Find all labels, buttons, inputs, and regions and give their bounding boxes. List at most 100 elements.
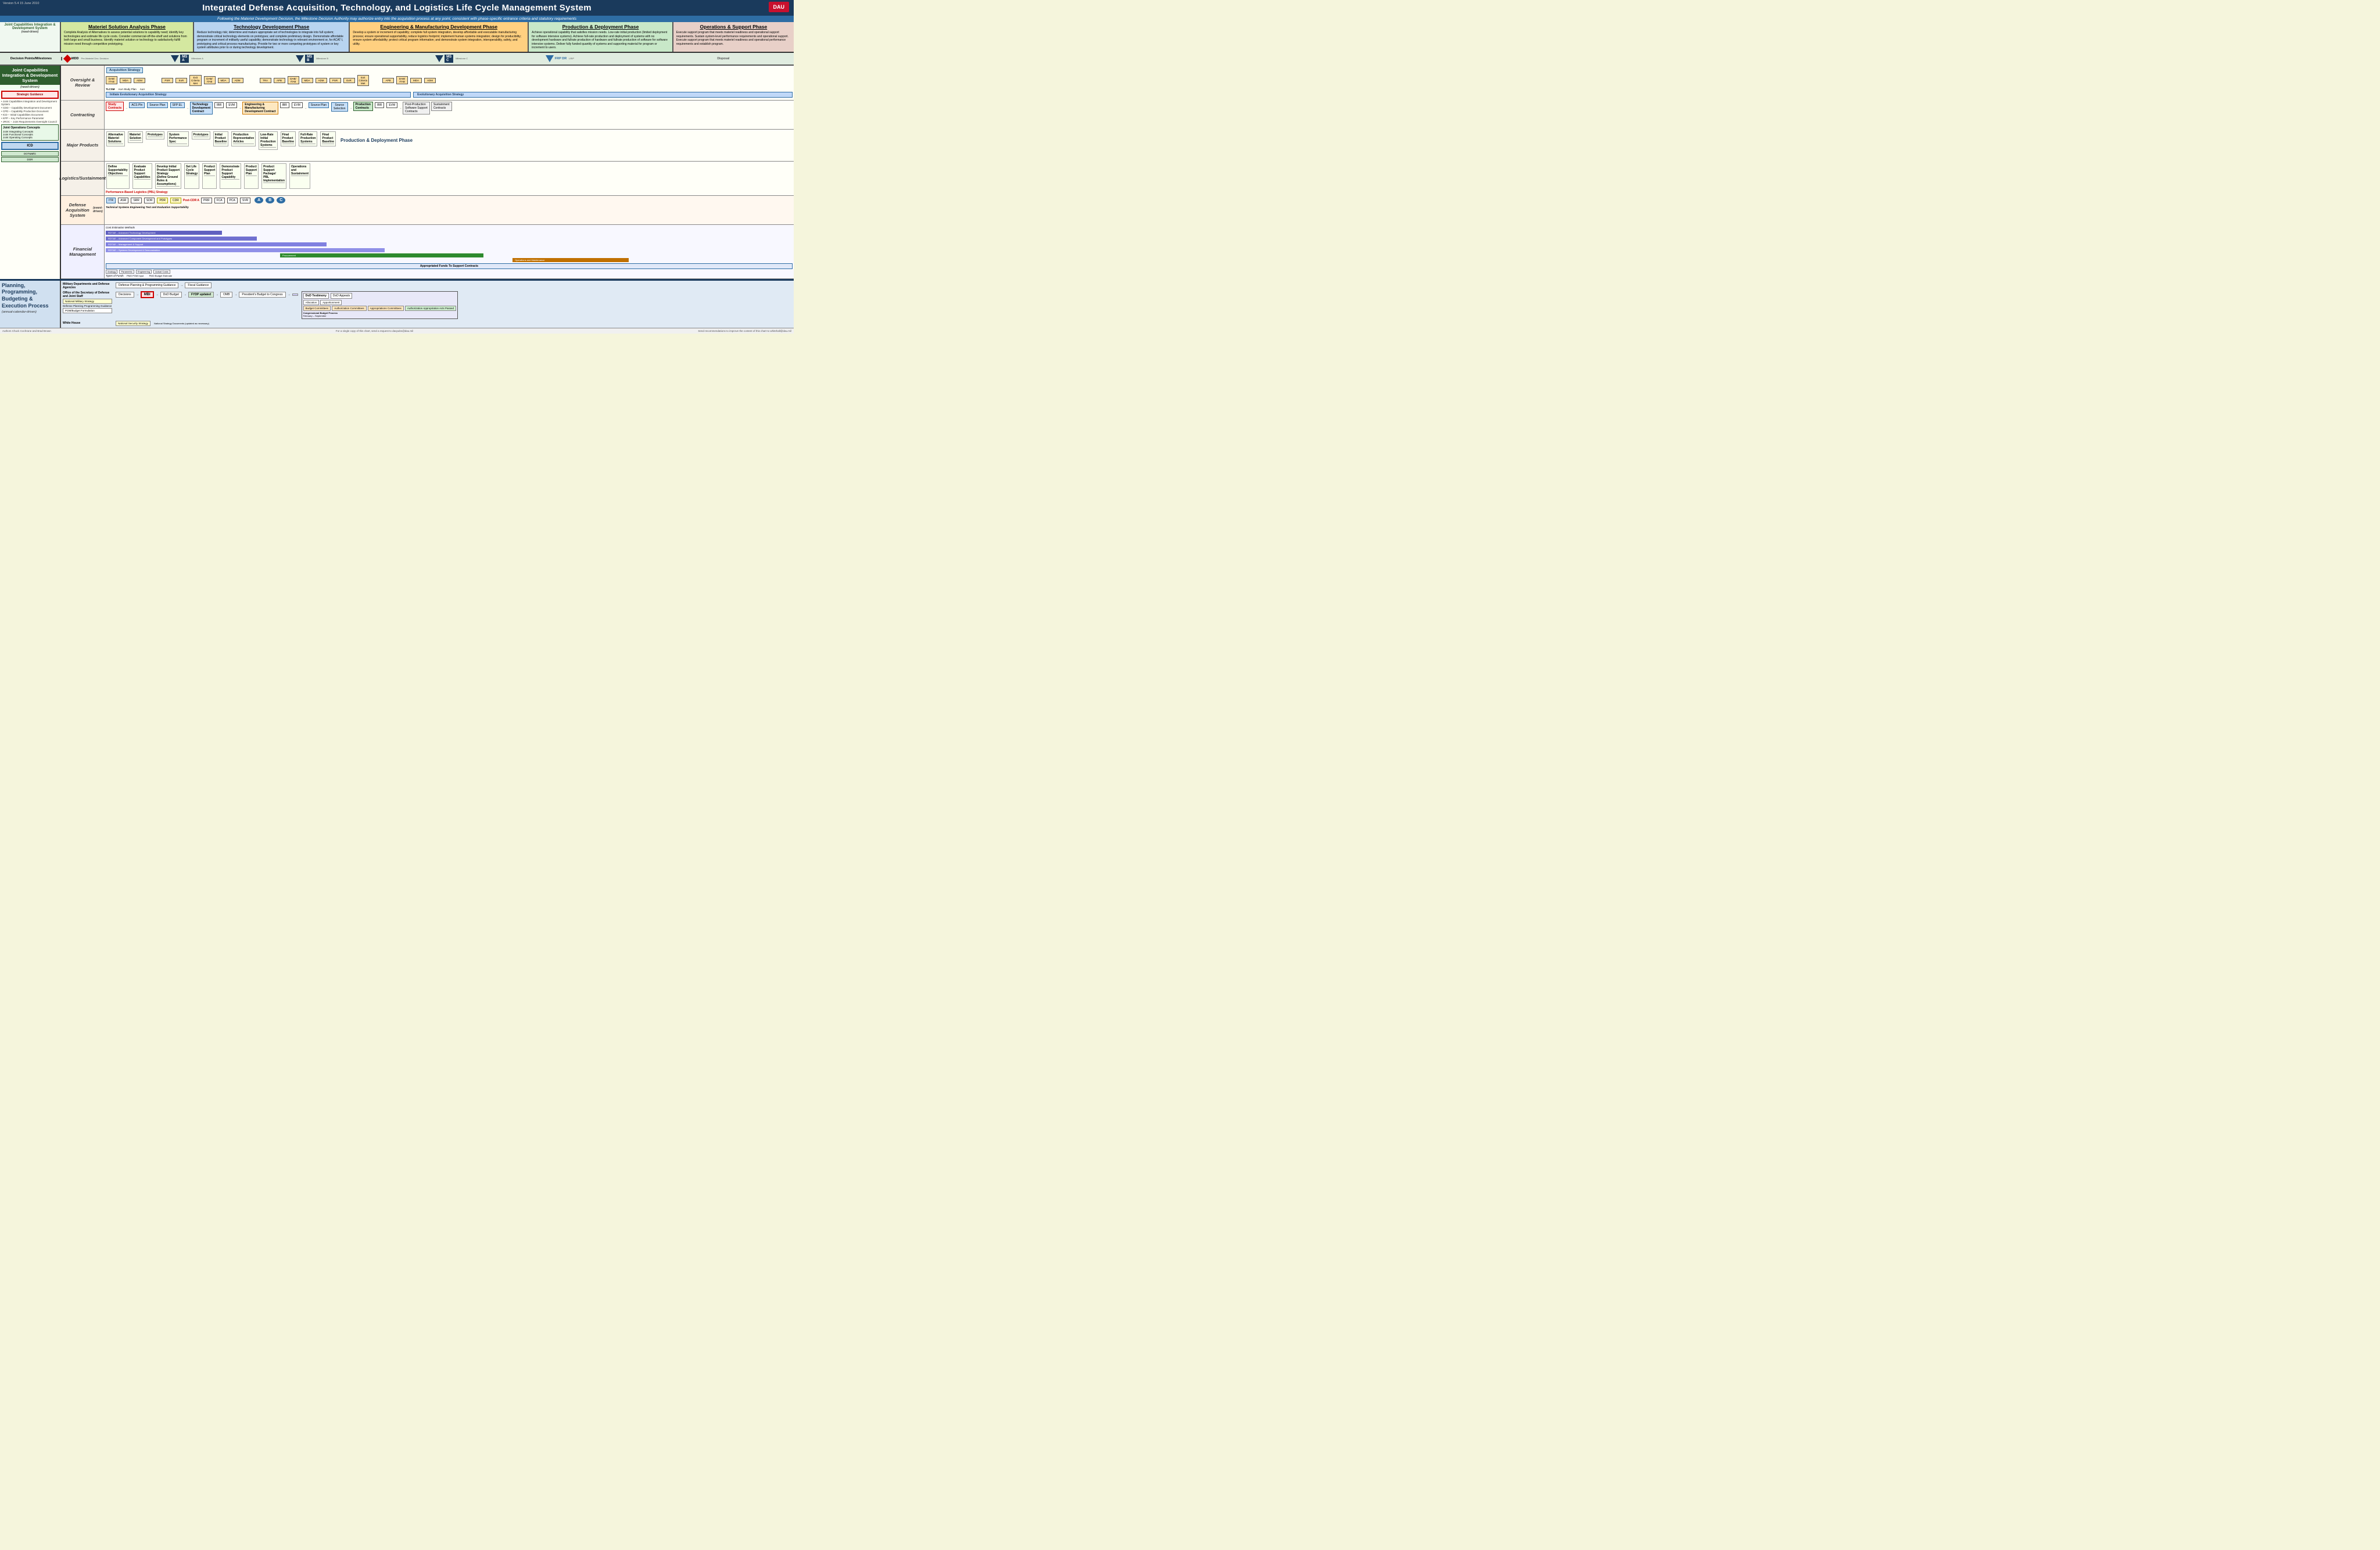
main-title: Integrated Defense Acquisition, Technolo… [3, 3, 791, 13]
frp-dr-label: FRP DR [555, 57, 567, 60]
dp-label: Decision Points/Milestones [1, 57, 62, 60]
evo-acq-band: Evolutionary Acquisition Strategy [413, 92, 793, 98]
financial-row: Financial Management Cost Estimation Met… [61, 225, 794, 279]
mat-sol-title: MaterielSolution [130, 133, 141, 141]
rdte-bar-1: RDT&E – Advanced Technology Development [106, 230, 793, 235]
study-contracts-box: StudyContracts [106, 102, 124, 111]
national-mil-strat: National Military Strategy [63, 299, 112, 304]
footer: Authors Chuck Cochrane and Brad Brown Fo… [0, 328, 794, 334]
pom-budget-submit: Fiscal Guidance [185, 282, 212, 288]
types-of-funds-row: Types of Funds PMO POM Input PMO Budget … [106, 274, 793, 277]
joint-ops-concepts-box: Joint Operations Concepts Joint Integrat… [1, 124, 59, 141]
pmo-pom-label: PMO POM Input [127, 274, 144, 277]
evm-2: EVM [292, 102, 303, 108]
eval-prod-support-cluster: EvaluateProductSupportCapabilities [132, 163, 152, 189]
contracting-row: Contracting StudyContracts → ACS Pln Sou… [61, 101, 794, 130]
integrated-pb-review: Decisions [116, 292, 134, 298]
ppbe-arrow-3: → [156, 293, 159, 296]
committees-row: Budget Committees Authorization Committe… [303, 306, 456, 311]
ppbe-arrow-1: → [180, 284, 183, 287]
rdte-bar-3: RDT&E – Management & Support [106, 242, 793, 247]
frp-dr-group: FRP DR [546, 55, 567, 62]
ppbe-arrow-2: → [136, 293, 139, 296]
rdte-mgmt-support: RDT&E – Management & Support [106, 242, 327, 246]
decisions-box: MBI [141, 291, 154, 298]
sfp-el-box: SFP EL [170, 102, 185, 108]
ms-b-label: MSB [305, 55, 314, 63]
secdef-label: Office of the Secretary of Defense and J… [63, 291, 112, 298]
review-adm-3: ADM [316, 78, 327, 83]
contracting-arrow-1: → [125, 106, 127, 109]
ops-maint-label: Operations and Maintenance [512, 258, 629, 262]
contracting-arrow-5: → [350, 106, 352, 109]
lrip-note: LRIP [569, 57, 715, 60]
sys-perf-title: SystemPerformanceSpec [169, 133, 187, 144]
logistics-label: Logistics/Sustainment [61, 162, 105, 195]
dod-testimony-box: DoD Testimony [303, 293, 329, 299]
prototypes-1-cluster: Prototypes [146, 131, 164, 139]
jcids-header-subtitle: (need-driven) [1, 30, 59, 34]
psp-2-title: ProductSupportPlan [246, 165, 257, 176]
fiscal-guidance-box: POM/Budget Formulation [63, 308, 112, 313]
review-exr-1: ExR [175, 78, 187, 83]
logistics-content: DefineSupportabilityObjectives EvaluateP… [105, 162, 794, 195]
dod-budget-box: FYDP updated [188, 292, 214, 298]
jcids-item-6: • JROC – Joint Requirements Oversight Co… [1, 120, 59, 124]
rdte-bar-2: RDT&E – Advanced Component Development a… [106, 236, 793, 241]
main-body: Joint Capabilities Integration & Develop… [0, 66, 794, 279]
review-adm-2: ADM [232, 78, 243, 83]
engineering-label: Engineering [136, 270, 152, 274]
prr-box: PRR [201, 198, 212, 203]
contracting-arrow-3: → [239, 106, 241, 109]
ppbe-row-3: White House National Security Strategy N… [63, 321, 792, 326]
oversight-row: Oversight & Review Acquisition Strategy … [61, 66, 794, 101]
phase-materiel-title: Materiel Solution Analysis Phase [64, 24, 190, 30]
dot-mlg: DOT&MlG [1, 151, 59, 156]
rdte-adv-tech: RDT&E – Advanced Technology Development [106, 231, 222, 235]
ms-a-inline: A [255, 197, 263, 203]
proto-1-title: Prototypes [148, 133, 163, 137]
demo-support-title: DemonstrateProductSupportCapability [221, 165, 239, 180]
psp-1-title: ProductSupportPlan [204, 165, 215, 176]
right-main-content: Oversight & Review Acquisition Strategy … [61, 66, 794, 279]
appropriations-committees: Appropriations Committees [368, 306, 404, 311]
ms-c-triangle [435, 55, 443, 62]
review-apb-2: APB [382, 78, 394, 83]
ppbe-content: Military Departments and Defense Agencie… [61, 281, 794, 328]
version-label: Version 5.4 15 June 2010 [3, 2, 39, 5]
review-psr-1: PSR [162, 78, 173, 83]
jcids-title: Joint Capabilities Integration & Develop… [0, 66, 60, 85]
feb-sep-label: February – September [303, 314, 456, 317]
cost-methods-row: Analogy Parametric Engineering Actual Co… [106, 270, 793, 274]
review-mda-1: MDA [120, 78, 131, 83]
ops-maint-bar: Operations and Maintenance [106, 258, 793, 262]
production-contracts: ProductionContracts [353, 102, 373, 111]
develop-product-support-cluster: Develop InitialProduct SupportStrategy(D… [155, 163, 181, 189]
pbl-strategy-label: Performance-Based Logistics (PBL) Strate… [106, 191, 793, 194]
oversight-content: Acquisition Strategy DAB/ITAB MDA ADM PS… [105, 66, 794, 100]
ms-c-label: MSC [445, 55, 453, 63]
define-support-title: DefineSupportabilityObjectives [108, 165, 128, 176]
phase-tech-header: Technology Development Phase Reduce tech… [194, 22, 350, 52]
white-house-label: White House [63, 321, 112, 325]
phase-prod-desc: Achieve operational capability that sati… [532, 31, 669, 50]
ms-a-label: MSA [180, 55, 189, 63]
financial-label: Financial Management [61, 225, 105, 278]
ibr-1: IBR [214, 102, 224, 108]
frp-dr-triangle [546, 55, 554, 62]
omb-box: President's Budget to Congress [239, 292, 285, 298]
review-mda-3: MDA [302, 78, 313, 83]
presidents-budget-box [292, 293, 298, 296]
aoa-label: AoA [140, 88, 145, 91]
analogy-label: Analogy [106, 270, 117, 274]
jcids-acronyms: • Joint Capabilities Integration and Dev… [1, 100, 59, 124]
main-chart: Version 5.4 15 June 2010 Integrated Defe… [0, 0, 794, 334]
sys-perf-spec-cluster: SystemPerformanceSpec [167, 131, 189, 146]
jcids-column: Joint Capabilities Integration & Develop… [0, 66, 61, 279]
ibr-3: IBR [375, 102, 384, 108]
oversight-description: Acquisition Strategy [106, 67, 793, 74]
joc-item: Joint Operating Concepts [3, 136, 57, 139]
prod-rep-title: ProductionRepresentativeArticles [233, 133, 254, 144]
inline-milestones: A B C [255, 197, 285, 203]
evm-1: EVM [226, 102, 237, 108]
